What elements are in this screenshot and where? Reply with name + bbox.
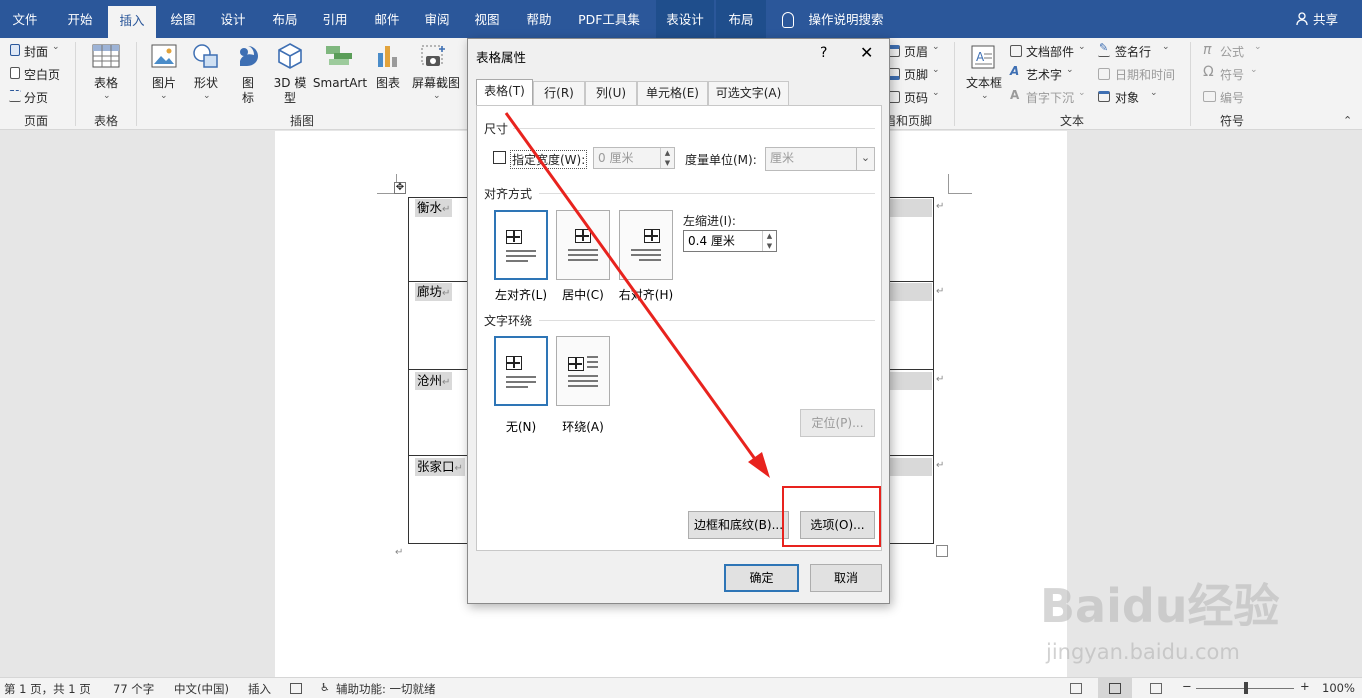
web-layout-icon[interactable] bbox=[1150, 683, 1162, 694]
language[interactable]: 中文(中国) bbox=[174, 681, 229, 697]
zoom-in-icon[interactable]: + bbox=[1300, 679, 1310, 693]
print-layout-icon[interactable] bbox=[1098, 678, 1132, 698]
watermark-url: jingyan.baidu.com bbox=[1046, 640, 1240, 664]
macro-icon[interactable] bbox=[290, 683, 302, 694]
insert-mode[interactable]: 插入 bbox=[248, 681, 271, 697]
zoom-out-icon[interactable]: − bbox=[1182, 679, 1192, 693]
accessibility-icon: ♿ bbox=[320, 681, 330, 694]
word-count[interactable]: 77 个字 bbox=[113, 681, 154, 697]
read-mode-icon[interactable] bbox=[1070, 683, 1082, 694]
accessibility-status[interactable]: 辅助功能: 一切就绪 bbox=[336, 681, 436, 697]
zoom-slider-thumb[interactable] bbox=[1244, 682, 1248, 694]
page-count[interactable]: 第 1 页，共 1 页 bbox=[4, 681, 91, 697]
annotation-highlight-box bbox=[782, 486, 881, 547]
watermark-brand: Baidu经验 bbox=[1040, 579, 1280, 633]
status-bar: 第 1 页，共 1 页 77 个字 中文(中国) 插入 ♿ 辅助功能: 一切就绪… bbox=[0, 677, 1362, 698]
zoom-level[interactable]: 100% bbox=[1322, 681, 1355, 695]
